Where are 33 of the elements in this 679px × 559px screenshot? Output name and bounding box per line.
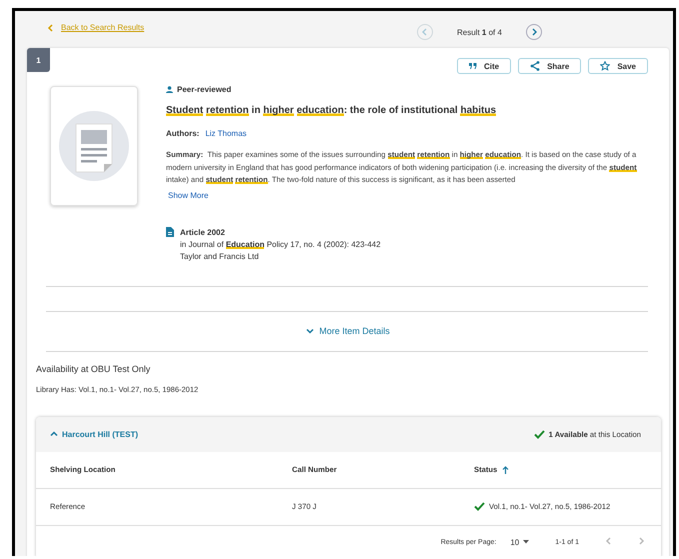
chevron-icon [637, 537, 645, 546]
share-button[interactable]: Share [518, 58, 582, 74]
back-chevron-icon [47, 24, 53, 32]
document-icon [58, 110, 130, 182]
chevron-icon [605, 537, 613, 546]
check-icon [534, 430, 545, 439]
chevron-icon [530, 28, 538, 36]
location-toggle[interactable]: Harcourt Hill (TEST) [50, 430, 138, 439]
availability-heading: Availability at OBU Test Only [36, 364, 152, 374]
next-result-button[interactable] [526, 24, 542, 40]
quote-icon [468, 62, 477, 70]
chevron-icon [306, 327, 314, 336]
peer-reviewed-label: Peer-reviewed [177, 85, 232, 94]
person-icon [166, 86, 173, 93]
source-text: in Journal of Education Policy 17, no. 4 (2002): 423-442 [180, 238, 381, 251]
caret-icon [523, 540, 530, 544]
author-link[interactable]: Liz Thomas [205, 129, 247, 138]
result-counter: Result 1 of 4 [457, 28, 502, 36]
chevron-icon [50, 430, 58, 438]
chevron-icon [421, 28, 429, 36]
cite-button[interactable]: Cite [456, 58, 512, 74]
authors-label: Authors: [166, 129, 200, 138]
more-item-details-button[interactable]: More Item Details [27, 312, 669, 351]
per-page-dropdown[interactable]: 10 [510, 538, 530, 547]
star-icon [600, 61, 610, 71]
save-button[interactable]: Save [588, 58, 648, 74]
record-title: Student retention in higher education: the role of institutional habitus [166, 105, 498, 116]
show-more-link[interactable]: Show More [168, 190, 208, 200]
publisher-text: Taylor and Francis Ltd [180, 250, 260, 263]
result-number: 1 [27, 48, 50, 72]
document-icon [166, 226, 174, 237]
item-type: Article 2002 [180, 226, 226, 239]
share-icon [530, 61, 540, 71]
